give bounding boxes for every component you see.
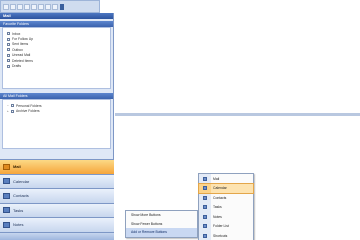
folder-list-icon bbox=[203, 224, 207, 229]
contacts-icon bbox=[3, 192, 10, 199]
tasks-icon bbox=[3, 207, 10, 214]
submenu-item-mail[interactable]: Mail bbox=[199, 174, 253, 184]
mail-icon bbox=[203, 176, 207, 181]
folder-icon bbox=[7, 42, 10, 46]
submenu-item-shortcuts[interactable]: Shortcuts bbox=[199, 231, 253, 240]
favorite-folders-list: Inbox For Follow Up Sent Items Outbox Un… bbox=[2, 27, 111, 89]
print-icon[interactable] bbox=[38, 3, 44, 10]
folder-icon bbox=[11, 104, 14, 108]
submenu-item-folder-list[interactable]: Folder List bbox=[199, 221, 253, 231]
new-icon[interactable] bbox=[3, 3, 9, 10]
nav-button-contacts[interactable]: Contacts bbox=[0, 188, 114, 203]
calendar-icon bbox=[3, 178, 10, 185]
toolbar bbox=[0, 0, 100, 13]
submenu-item-notes[interactable]: Notes bbox=[199, 212, 253, 222]
nav-button-notes[interactable]: Notes bbox=[0, 217, 114, 232]
configure-buttons-menu: Show More Buttons Show Fewer Buttons Add… bbox=[125, 210, 198, 238]
folder-icon bbox=[7, 32, 10, 36]
open-icon[interactable] bbox=[10, 3, 16, 10]
contacts-icon bbox=[203, 195, 207, 200]
notes-icon bbox=[203, 214, 207, 219]
item-list-pane[interactable] bbox=[115, 13, 360, 115]
menu-item-add-remove-buttons[interactable]: Add or Remove Buttons bbox=[126, 228, 197, 237]
submenu-item-tasks[interactable]: Tasks bbox=[199, 202, 253, 212]
folder-icon bbox=[7, 53, 10, 57]
folder-item-drafts[interactable]: Drafts bbox=[7, 63, 106, 68]
back-icon[interactable] bbox=[24, 3, 30, 10]
nav-button-tasks[interactable]: Tasks bbox=[0, 202, 114, 217]
toolbar-dropdown-icon[interactable] bbox=[60, 3, 64, 10]
menu-item-show-fewer-buttons[interactable]: Show Fewer Buttons bbox=[126, 220, 197, 229]
folder-icon bbox=[7, 48, 10, 52]
nav-pane-header: Mail bbox=[0, 13, 113, 19]
folder-icon bbox=[7, 37, 10, 41]
save-icon[interactable] bbox=[17, 3, 23, 10]
all-folders-tree: – Personal Folders + Archive Folders bbox=[2, 99, 111, 149]
folder-icon bbox=[11, 109, 14, 113]
search-icon[interactable] bbox=[45, 3, 51, 10]
nav-button-calendar[interactable]: Calendar bbox=[0, 173, 114, 188]
expand-icon[interactable]: + bbox=[7, 109, 10, 113]
collapse-icon[interactable]: – bbox=[7, 104, 10, 107]
forward-icon[interactable] bbox=[31, 3, 37, 10]
nav-button-bar[interactable] bbox=[0, 232, 114, 240]
menu-item-show-more-buttons[interactable]: Show More Buttons bbox=[126, 211, 197, 220]
shortcuts-icon bbox=[203, 233, 207, 238]
notes-icon bbox=[3, 221, 10, 228]
nav-button-mail[interactable]: Mail bbox=[0, 159, 114, 174]
calendar-icon bbox=[203, 186, 207, 191]
tasks-icon bbox=[203, 205, 207, 210]
settings-icon[interactable] bbox=[52, 3, 58, 10]
nav-buttons: Mail Calendar Contacts Tasks Notes bbox=[0, 159, 114, 232]
submenu-item-contacts[interactable]: Contacts bbox=[199, 193, 253, 203]
add-remove-buttons-submenu: Mail Calendar Contacts Tasks Notes Folde… bbox=[198, 173, 254, 240]
submenu-item-calendar[interactable]: Calendar bbox=[198, 182, 254, 194]
folder-icon bbox=[7, 64, 10, 68]
folder-item-archive[interactable]: + Archive Folders bbox=[7, 108, 106, 113]
mail-icon bbox=[3, 163, 10, 170]
folder-icon bbox=[7, 59, 10, 63]
